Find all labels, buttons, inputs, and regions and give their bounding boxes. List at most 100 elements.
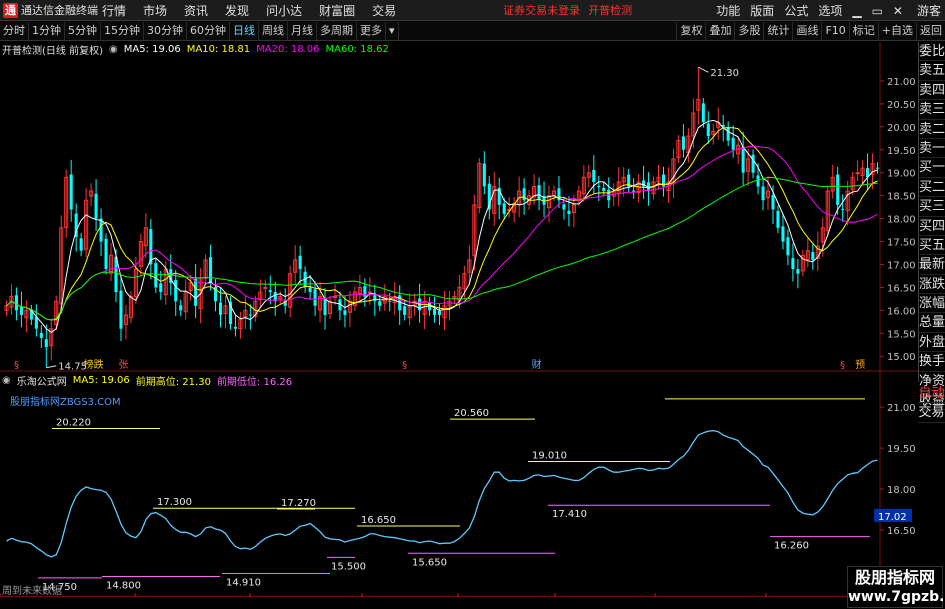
level-label: 17.410 (552, 509, 587, 520)
side-item-volume[interactable]: 总量 (919, 313, 945, 333)
sub-tick-label: 16.50 (887, 526, 916, 537)
level-label: 15.650 (412, 557, 447, 568)
candle-body (179, 305, 183, 311)
side-item-turnover[interactable]: 换手 (919, 352, 945, 372)
line-ma5 (6, 119, 878, 334)
candle-body (522, 188, 526, 201)
candle-body (632, 190, 636, 192)
side-item-buy5[interactable]: 买五 (919, 236, 945, 256)
candle-body (726, 126, 730, 141)
level-label: 17.300 (157, 497, 192, 508)
side-item-sell1[interactable]: 卖一 (919, 139, 945, 159)
candle-body (781, 226, 785, 242)
side-item-buy1[interactable]: 买一 (919, 158, 945, 178)
candle-body (437, 310, 442, 315)
candle-body (681, 136, 685, 150)
price-tick-label: 16.50 (887, 283, 916, 294)
candle-body (298, 255, 302, 270)
sub-chart-legend: ◉ 乐淘公式网 MA5: 19.06 前期高位: 21.30 前期低位: 16.… (2, 373, 298, 388)
level-label: 15.500 (331, 561, 366, 572)
side-item-latest[interactable]: 最新 (919, 255, 945, 275)
sub-curve-line (6, 429, 878, 558)
candle-body (119, 290, 123, 329)
candle-body (233, 326, 237, 329)
kline-chart[interactable]: 21.00 20.50 20.00 19.50 19.00 18.50 18.00 17.50… (0, 0, 918, 597)
side-item-change[interactable]: 涨跌 (919, 275, 945, 295)
candle-body (313, 289, 317, 306)
candle-body (343, 310, 347, 315)
trade-sidebar: 自动 交易 (918, 384, 945, 423)
candle-body (482, 163, 486, 187)
legend-ma60: MA60: 18.62 (325, 43, 389, 55)
candle-body (855, 172, 860, 175)
legend-ma5: MA5: 19.06 (123, 43, 181, 55)
candle-body (99, 218, 103, 242)
candle-body (776, 210, 780, 228)
watermark: 股朋指标网ZBGS3.COM (10, 397, 121, 408)
side-item-auto[interactable]: 自动 (918, 384, 945, 404)
back-button[interactable]: 返回 (916, 22, 945, 40)
candle-body (367, 291, 372, 294)
candle-body (701, 103, 705, 123)
candle-body (537, 185, 541, 201)
side-item-outer[interactable]: 外盘 (919, 333, 945, 353)
price-tick-label: 15.00 (887, 352, 916, 363)
candle-body (706, 123, 710, 136)
candle-body (104, 238, 108, 270)
candle-body (308, 287, 312, 292)
candle-body (741, 146, 745, 173)
stock-title[interactable]: 开普检测(日线 前复权) (2, 42, 103, 57)
price-tick-label: 17.00 (887, 260, 916, 271)
price-tick-label: 19.50 (887, 146, 916, 157)
guest-label[interactable]: 游客 (917, 2, 941, 19)
sub-legend-high: 前期高位: 21.30 (135, 376, 211, 388)
extreme-pointer (698, 66, 709, 73)
side-item-sell4[interactable]: 卖四 (919, 81, 945, 101)
candle-body (69, 174, 73, 210)
candle-body (841, 208, 845, 210)
high-price-label: 21.30 (710, 68, 739, 79)
price-tick-label: 15.50 (887, 329, 916, 340)
sub-legend-settings-icon[interactable]: ◉ (2, 375, 11, 386)
candle-body (502, 203, 506, 214)
side-item-weibi[interactable]: 委比 (919, 42, 945, 62)
candle-body (14, 295, 18, 311)
future-data-note: 周到未来数据 (2, 586, 62, 597)
level-label: 17.270 (281, 498, 316, 509)
candle-body (94, 193, 98, 219)
candle-body (209, 257, 213, 283)
event-marker: 榜跌 (84, 358, 104, 371)
quote-sidebar: 委比 卖五 卖四 卖三 卖二 卖一 买一 买二 买三 买四 买五 最新 涨跌 涨… (918, 42, 945, 411)
side-item-trade[interactable]: 交易 (918, 403, 945, 423)
candle-body (592, 169, 596, 182)
side-item-buy4[interactable]: 买四 (919, 217, 945, 236)
side-item-buy2[interactable]: 买二 (919, 178, 945, 198)
sub-legend-ma5: MA5: 19.06 (72, 374, 130, 386)
sub-formula-name[interactable]: 乐淘公式网 (17, 373, 67, 388)
candle-body (761, 186, 765, 201)
sub-tick-label: 19.50 (887, 444, 916, 455)
candle-body (811, 252, 815, 260)
event-marker: 张 (118, 359, 128, 371)
side-item-change-pct[interactable]: 涨幅 (919, 294, 945, 314)
candle-body (378, 301, 382, 306)
candle-body (218, 302, 223, 315)
legend-settings-icon[interactable]: ◉ (109, 44, 118, 55)
candle-body (562, 204, 566, 210)
side-item-sell2[interactable]: 卖二 (919, 120, 945, 139)
price-tick-label: 16.00 (887, 306, 916, 317)
candle-body (388, 300, 392, 302)
side-item-sell5[interactable]: 卖五 (919, 61, 945, 81)
side-item-sell3[interactable]: 卖三 (919, 100, 945, 120)
candle-body (79, 238, 83, 251)
level-label: 20.220 (56, 417, 91, 428)
candle-body (268, 290, 272, 292)
candle-body (791, 258, 795, 270)
candle-body (751, 154, 755, 173)
brand-url: www.7gpzb.com (848, 589, 945, 605)
candle-body (602, 187, 606, 192)
extreme-pointer (46, 365, 57, 369)
price-tick-label: 18.00 (887, 215, 916, 226)
side-item-buy3[interactable]: 买三 (919, 197, 945, 217)
price-tick-label: 17.50 (887, 238, 916, 249)
